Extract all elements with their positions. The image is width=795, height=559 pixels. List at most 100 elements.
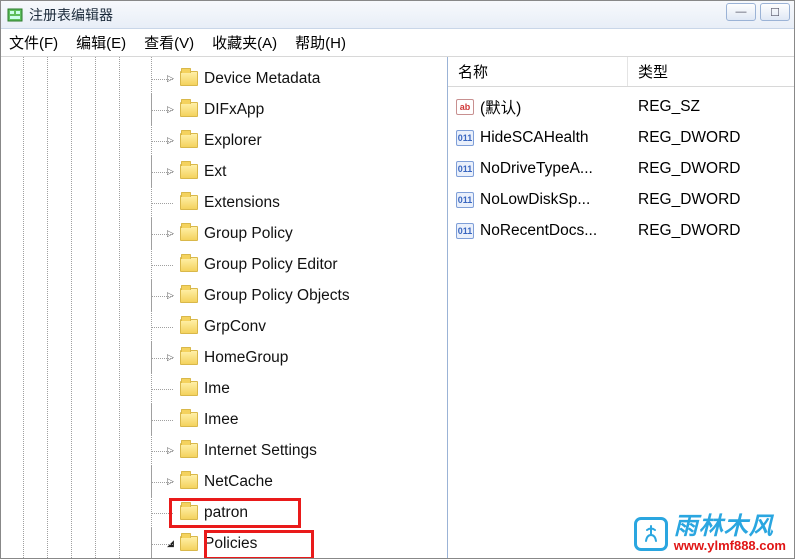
registry-value-row[interactable]: 011NoLowDiskSp...REG_DWORD bbox=[448, 184, 794, 215]
maximize-button[interactable]: ☐ bbox=[760, 3, 790, 21]
tree-item-label: Imee bbox=[204, 411, 238, 429]
tree-item-extensions[interactable]: Extensions bbox=[1, 187, 447, 218]
folder-icon bbox=[180, 133, 198, 148]
tree-item-label: HomeGroup bbox=[204, 349, 288, 367]
registry-value-row[interactable]: 011 HideSCAHealth REG_DWORD bbox=[448, 122, 794, 153]
tree-item-device-metadata[interactable]: ▷Device Metadata bbox=[1, 63, 447, 94]
tree-item-homegroup[interactable]: ▷ HomeGroup bbox=[1, 342, 447, 373]
col-header-name[interactable]: 名称 bbox=[448, 57, 628, 86]
watermark-url: www.ylmf888.com bbox=[674, 539, 786, 552]
folder-icon bbox=[180, 195, 198, 210]
tree-item-label: Policies bbox=[204, 535, 257, 553]
folder-icon bbox=[180, 71, 198, 86]
expander-icon[interactable]: ▷ bbox=[165, 73, 176, 84]
binary-value-icon: 011 bbox=[456, 223, 474, 239]
tree-item-label: Ext bbox=[204, 163, 226, 181]
menu-help[interactable]: 帮助(H) bbox=[295, 32, 346, 53]
folder-icon bbox=[180, 164, 198, 179]
menu-view[interactable]: 查看(V) bbox=[144, 32, 194, 53]
folder-icon bbox=[180, 536, 198, 551]
value-name: HideSCAHealth bbox=[480, 129, 589, 147]
registry-value-row[interactable]: ab (默认) REG_SZ bbox=[448, 91, 794, 122]
expander-icon[interactable]: ▷ bbox=[165, 290, 176, 301]
expander-icon[interactable] bbox=[165, 321, 176, 332]
expander-icon[interactable] bbox=[165, 507, 176, 518]
tree-item-label: Extensions bbox=[204, 194, 280, 212]
binary-value-icon: 011 bbox=[456, 130, 474, 146]
tree-item-internet-settings[interactable]: ▷ Internet Settings bbox=[1, 435, 447, 466]
tree-item-group-policy-objects[interactable]: ▷ Group Policy Objects bbox=[1, 280, 447, 311]
tree-item-grpconv[interactable]: GrpConv bbox=[1, 311, 447, 342]
expander-icon[interactable] bbox=[165, 259, 176, 270]
value-type: REG_DWORD bbox=[628, 160, 794, 178]
watermark-text: 雨林木风 bbox=[674, 515, 786, 539]
registry-value-row[interactable]: 011NoRecentDocs...REG_DWORD bbox=[448, 215, 794, 246]
tree-item-explorer[interactable]: ▷ Explorer bbox=[1, 125, 447, 156]
tree-item-difxapp[interactable]: ▷ DIFxApp bbox=[1, 94, 447, 125]
tree-item-label: Explorer bbox=[204, 132, 262, 150]
value-type: REG_SZ bbox=[628, 98, 794, 116]
tree-item-label: Group Policy Objects bbox=[204, 287, 350, 305]
tree-item-policies[interactable]: ◢ Policies bbox=[1, 528, 447, 558]
value-type: REG_DWORD bbox=[628, 191, 794, 209]
list-pane[interactable]: 名称 类型 ab (默认) REG_SZ 011 HideSCAHealth REG_DW… bbox=[448, 57, 794, 558]
folder-icon bbox=[180, 474, 198, 489]
expander-icon[interactable]: ▷ bbox=[165, 352, 176, 363]
expander-icon[interactable]: ◢ bbox=[165, 538, 176, 549]
folder-icon bbox=[180, 381, 198, 396]
expander-icon[interactable] bbox=[165, 197, 176, 208]
tree-item-label: Ime bbox=[204, 380, 230, 398]
registry-value-row[interactable]: 011 NoDriveTypeA... REG_DWORD bbox=[448, 153, 794, 184]
menu-edit[interactable]: 编辑(E) bbox=[76, 32, 126, 53]
tree-item-label: NetCache bbox=[204, 473, 273, 491]
menubar: 文件(F) 编辑(E) 查看(V) 收藏夹(A) 帮助(H) bbox=[1, 29, 794, 57]
content-area: ▷Device Metadata▷DIFxApp▷Explorer▷ExtExt… bbox=[1, 57, 794, 558]
folder-icon bbox=[180, 257, 198, 272]
window-title: 注册表编辑器 bbox=[29, 5, 113, 25]
folder-icon bbox=[180, 412, 198, 427]
folder-icon bbox=[180, 350, 198, 365]
tree-item-imee[interactable]: Imee bbox=[1, 404, 447, 435]
menu-favorites[interactable]: 收藏夹(A) bbox=[212, 32, 277, 53]
window-controls: — ☐ bbox=[726, 3, 790, 21]
tree-item-group-policy-editor[interactable]: Group Policy Editor bbox=[1, 249, 447, 280]
expander-icon[interactable]: ▷ bbox=[165, 228, 176, 239]
watermark-logo-icon bbox=[634, 517, 668, 551]
tree-item-ext[interactable]: ▷ Ext bbox=[1, 156, 447, 187]
titlebar: 注册表编辑器 — ☐ bbox=[1, 1, 794, 29]
tree-pane[interactable]: ▷Device Metadata▷DIFxApp▷Explorer▷ExtExt… bbox=[1, 57, 448, 558]
binary-value-icon: 011 bbox=[456, 192, 474, 208]
tree-item-label: Group Policy bbox=[204, 225, 293, 243]
expander-icon[interactable] bbox=[165, 414, 176, 425]
value-name: (默认) bbox=[480, 96, 521, 118]
tree-item-label: GrpConv bbox=[204, 318, 266, 336]
minimize-button[interactable]: — bbox=[726, 3, 756, 21]
tree-item-ime[interactable]: Ime bbox=[1, 373, 447, 404]
expander-icon[interactable]: ▷ bbox=[165, 166, 176, 177]
tree-item-label: Internet Settings bbox=[204, 442, 317, 460]
folder-icon bbox=[180, 288, 198, 303]
expander-icon[interactable]: ▷ bbox=[165, 476, 176, 487]
tree-item-group-policy[interactable]: ▷ Group Policy bbox=[1, 218, 447, 249]
expander-icon[interactable]: ▷ bbox=[165, 135, 176, 146]
tree-item-label: patron bbox=[204, 504, 248, 522]
folder-icon bbox=[180, 102, 198, 117]
tree-item-netcache[interactable]: ▷ NetCache bbox=[1, 466, 447, 497]
value-type: REG_DWORD bbox=[628, 129, 794, 147]
folder-icon bbox=[180, 505, 198, 520]
expander-icon[interactable]: ▷ bbox=[165, 445, 176, 456]
col-header-type[interactable]: 类型 bbox=[628, 57, 794, 86]
watermark: 雨林木风 www.ylmf888.com bbox=[634, 515, 786, 552]
expander-icon[interactable] bbox=[165, 383, 176, 394]
string-value-icon: ab bbox=[456, 99, 474, 115]
value-name: NoDriveTypeA... bbox=[480, 160, 593, 178]
tree-item-patron[interactable]: patron bbox=[1, 497, 447, 528]
binary-value-icon: 011 bbox=[456, 161, 474, 177]
folder-icon bbox=[180, 319, 198, 334]
list-header: 名称 类型 bbox=[448, 57, 794, 87]
tree-item-label: DIFxApp bbox=[204, 101, 264, 119]
folder-icon bbox=[180, 443, 198, 458]
expander-icon[interactable]: ▷ bbox=[165, 104, 176, 115]
regedit-icon bbox=[7, 7, 23, 23]
menu-file[interactable]: 文件(F) bbox=[9, 32, 58, 53]
